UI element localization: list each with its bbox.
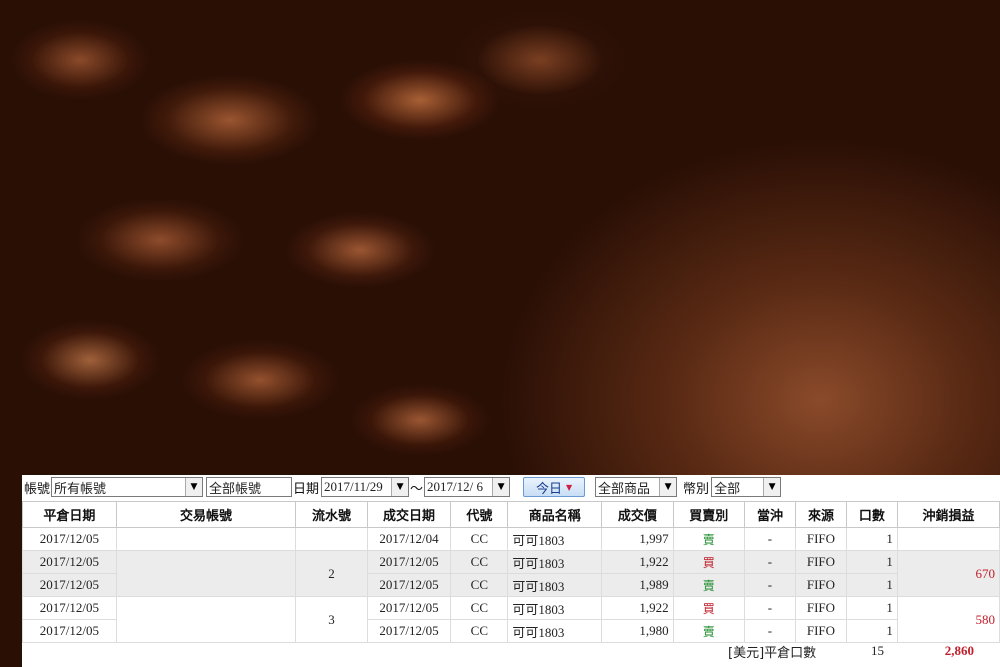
chevron-down-icon[interactable]: ▼ bbox=[492, 478, 510, 496]
close-date-cell: 2017/12/05 bbox=[22, 550, 117, 574]
daytrade-cell: - bbox=[743, 573, 796, 597]
serial-cell: 3 bbox=[295, 596, 368, 643]
product-select[interactable]: 全部商品 ▼ bbox=[595, 477, 678, 497]
pnl-cell bbox=[896, 527, 1000, 551]
table-header-row: 平倉日期 交易帳號 流水號 成交日期 代號 商品名稱 成交價 買賣別 當沖 來源… bbox=[22, 501, 1000, 528]
close-date-cell: 2017/12/05 bbox=[22, 596, 117, 620]
pnl-cell: 670 bbox=[896, 550, 1000, 597]
summary-footer: [美元]平倉口數 15 2,860 bbox=[22, 639, 1000, 663]
today-button-label: 今日 bbox=[535, 481, 562, 497]
today-button[interactable]: 今日 ▼ bbox=[523, 477, 586, 497]
summary-label: [美元]平倉口數 bbox=[728, 645, 817, 661]
currency-label: 幣別 bbox=[683, 481, 710, 497]
dropdown-triangle-icon: ▼ bbox=[565, 482, 573, 492]
pnl-cell: 580 bbox=[896, 596, 1000, 643]
column-header[interactable]: 成交價 bbox=[601, 501, 674, 528]
date-separator: ～ bbox=[410, 481, 424, 497]
column-header[interactable]: 流水號 bbox=[295, 501, 368, 528]
side-cell: 賣 bbox=[672, 573, 745, 597]
daytrade-cell: - bbox=[743, 596, 796, 620]
date-from-picker[interactable]: 2017/11/29 ▼ bbox=[321, 477, 410, 497]
source-cell: FIFO bbox=[794, 527, 847, 551]
serial-cell: 2 bbox=[295, 550, 368, 597]
code-cell: CC bbox=[450, 550, 509, 574]
account-cell bbox=[115, 527, 297, 551]
table-row[interactable]: 2017/12/05 3 2017/12/05 CC 可可1803 1,922 … bbox=[22, 596, 1000, 643]
column-header[interactable]: 來源 bbox=[794, 501, 847, 528]
account-type-field[interactable]: 全部帳號 bbox=[206, 477, 293, 497]
chevron-down-icon[interactable]: ▼ bbox=[659, 478, 677, 496]
column-header[interactable]: 買賣別 bbox=[672, 501, 745, 528]
product-name-cell: 可可1803 bbox=[507, 527, 603, 551]
price-cell: 1,922 bbox=[601, 596, 674, 620]
qty-cell: 1 bbox=[845, 573, 898, 597]
close-date-cell: 2017/12/05 bbox=[22, 527, 117, 551]
column-header[interactable]: 交易帳號 bbox=[115, 501, 297, 528]
closed-position-panel: 帳號 所有帳號 ▼ 全部帳號 日期 2017/11/29 ▼ ～ 2017/12… bbox=[22, 475, 1000, 667]
trade-date-cell: 2017/12/05 bbox=[366, 596, 452, 620]
product-name-cell: 可可1803 bbox=[507, 573, 603, 597]
summary-pnl-total: 2,860 bbox=[944, 643, 974, 658]
column-header[interactable]: 口數 bbox=[845, 501, 898, 528]
chevron-down-icon[interactable]: ▼ bbox=[391, 478, 409, 496]
qty-cell: 1 bbox=[845, 527, 898, 551]
account-label: 帳號 bbox=[24, 481, 51, 497]
account-cell bbox=[115, 550, 297, 597]
chevron-down-icon[interactable]: ▼ bbox=[763, 478, 781, 496]
product-name-cell: 可可1803 bbox=[507, 550, 603, 574]
summary-qty-total: 15 bbox=[871, 643, 884, 658]
date-to-picker[interactable]: 2017/12/ 6 ▼ bbox=[424, 477, 511, 497]
source-cell: FIFO bbox=[794, 596, 847, 620]
date-label: 日期 bbox=[293, 481, 320, 497]
account-cell bbox=[115, 596, 297, 643]
trade-date-cell: 2017/12/05 bbox=[366, 573, 452, 597]
source-cell: FIFO bbox=[794, 550, 847, 574]
filter-toolbar: 帳號 所有帳號 ▼ 全部帳號 日期 2017/11/29 ▼ ～ 2017/12… bbox=[22, 475, 1000, 499]
trade-date-cell: 2017/12/05 bbox=[366, 550, 452, 574]
table-row[interactable]: 2017/12/05 2017/12/04 CC 可可1803 1,997 賣 … bbox=[22, 527, 1000, 551]
qty-cell: 1 bbox=[845, 550, 898, 574]
date-to-value: 2017/12/ 6 bbox=[427, 479, 484, 494]
daytrade-cell: - bbox=[743, 527, 796, 551]
product-name-cell: 可可1803 bbox=[507, 596, 603, 620]
qty-cell: 1 bbox=[845, 596, 898, 620]
table-row[interactable]: 2017/12/05 2 2017/12/05 CC 可可1803 1,922 … bbox=[22, 550, 1000, 597]
source-cell: FIFO bbox=[794, 573, 847, 597]
chevron-down-icon[interactable]: ▼ bbox=[185, 478, 203, 496]
code-cell: CC bbox=[450, 527, 509, 551]
side-cell: 賣 bbox=[672, 527, 745, 551]
close-date-cell: 2017/12/05 bbox=[22, 573, 117, 597]
closed-position-table: 平倉日期 交易帳號 流水號 成交日期 代號 商品名稱 成交價 買賣別 當沖 來源… bbox=[22, 501, 1000, 643]
account-select[interactable]: 所有帳號 ▼ bbox=[51, 477, 204, 497]
currency-select[interactable]: 全部 ▼ bbox=[711, 477, 782, 497]
side-cell: 買 bbox=[672, 550, 745, 574]
column-header[interactable]: 平倉日期 bbox=[22, 501, 117, 528]
column-header[interactable]: 代號 bbox=[450, 501, 509, 528]
code-cell: CC bbox=[450, 573, 509, 597]
date-from-value: 2017/11/29 bbox=[324, 479, 383, 494]
serial-cell bbox=[295, 527, 368, 551]
daytrade-cell: - bbox=[743, 550, 796, 574]
column-header[interactable]: 成交日期 bbox=[366, 501, 452, 528]
account-select-value: 所有帳號 bbox=[54, 481, 107, 497]
column-header[interactable]: 沖銷損益 bbox=[896, 501, 1000, 528]
product-select-value: 全部商品 bbox=[598, 481, 651, 497]
price-cell: 1,989 bbox=[601, 573, 674, 597]
side-cell: 買 bbox=[672, 596, 745, 620]
price-cell: 1,997 bbox=[601, 527, 674, 551]
trade-date-cell: 2017/12/04 bbox=[366, 527, 452, 551]
price-cell: 1,922 bbox=[601, 550, 674, 574]
code-cell: CC bbox=[450, 596, 509, 620]
currency-select-value: 全部 bbox=[714, 481, 741, 497]
account-type-value: 全部帳號 bbox=[209, 481, 262, 497]
column-header[interactable]: 商品名稱 bbox=[507, 501, 603, 528]
column-header[interactable]: 當沖 bbox=[743, 501, 796, 528]
